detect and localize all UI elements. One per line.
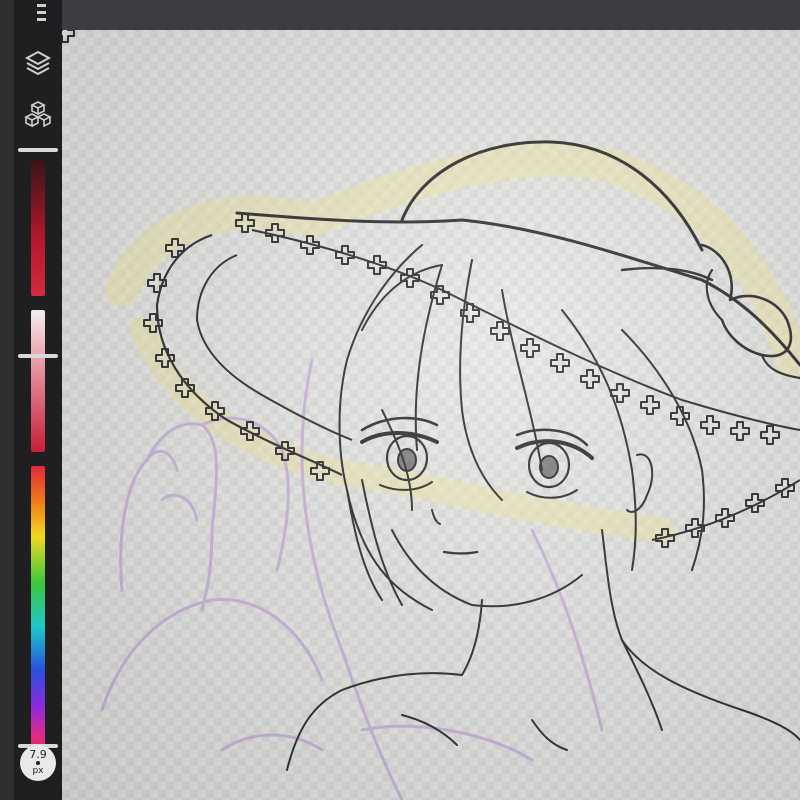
size-slider-handle[interactable] — [18, 148, 58, 152]
sketch-layer — [100, 358, 604, 800]
brush-dot-icon — [36, 761, 40, 765]
layers-icon[interactable] — [20, 44, 56, 80]
screen-bezel — [0, 0, 14, 800]
hat-lace-trim — [62, 30, 800, 548]
left-toolbar — [14, 0, 62, 800]
hue-slider[interactable] — [31, 466, 45, 758]
brush-size-unit: px — [32, 766, 44, 776]
opacity-slider-handle[interactable] — [18, 354, 58, 358]
cubes-icon[interactable] — [20, 96, 56, 132]
artwork — [62, 30, 800, 800]
menu-icon[interactable] — [20, 0, 56, 26]
opacity-slider[interactable] — [31, 310, 45, 452]
brush-size-indicator[interactable]: 7.9 px — [20, 745, 56, 781]
drawing-canvas[interactable] — [62, 30, 800, 800]
hat-highlight — [105, 142, 800, 543]
brush-size-value: 7.9 — [29, 748, 47, 761]
top-bar — [0, 0, 800, 30]
brush-size-slider[interactable] — [31, 160, 45, 296]
